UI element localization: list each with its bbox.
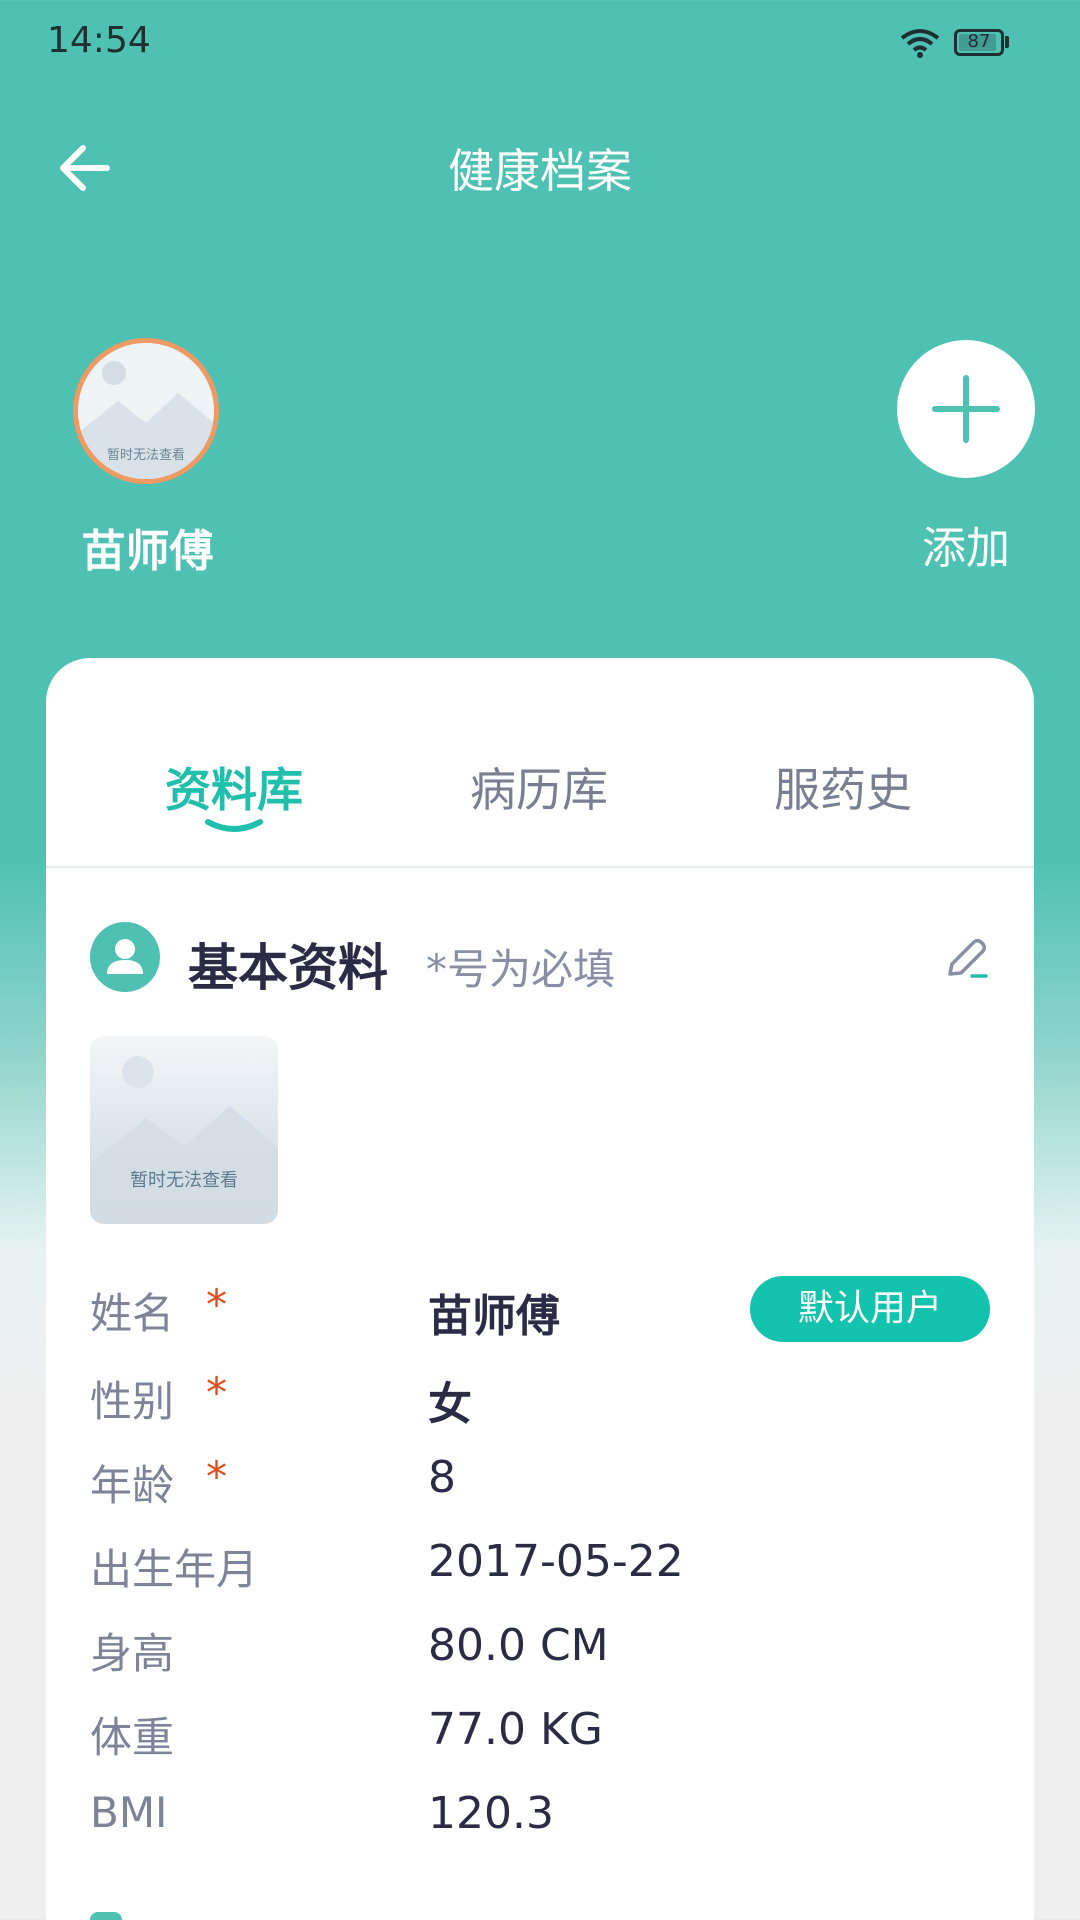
add-profile-button[interactable]: [897, 340, 1035, 478]
image-placeholder-icon: 暂时无法查看: [90, 1036, 278, 1224]
avatar-placeholder-text: 暂时无法查看: [107, 447, 185, 463]
status-time: 14:54: [47, 20, 151, 61]
default-user-badge[interactable]: 默认用户: [750, 1276, 990, 1342]
field-value-gender: 女: [428, 1379, 472, 1430]
field-label-height: 身高: [90, 1629, 175, 1678]
profile-name: 苗师傅: [81, 526, 214, 577]
photo-placeholder-text: 暂时无法查看: [130, 1170, 238, 1191]
battery-level: 87: [967, 31, 991, 52]
field-value-bmi: 120.3: [428, 1788, 554, 1839]
field-label-gender: 性别: [90, 1377, 175, 1426]
tab-medication-history[interactable]: 服药史: [723, 754, 963, 820]
avatar[interactable]: 暂时无法查看: [73, 338, 219, 484]
field-label-birth: 出生年月: [90, 1545, 259, 1594]
tab-library[interactable]: 资料库: [114, 754, 354, 820]
required-mark: *: [206, 1452, 227, 1501]
add-profile-label: 添加: [922, 523, 1010, 574]
profile-card: 资料库 病历库 服药史 基本资料 *号为必填 暂时无法查看 姓名 * 苗师傅 默…: [46, 658, 1034, 1920]
next-section-icon: [90, 1912, 122, 1920]
battery-icon: 87: [954, 29, 1004, 56]
field-value-weight: 77.0 KG: [428, 1704, 603, 1755]
section-title: 基本资料: [188, 939, 388, 997]
field-label-weight: 体重: [90, 1713, 175, 1762]
wifi-icon: [900, 29, 940, 58]
tab-bar: 资料库 病历库 服药史: [46, 658, 1034, 868]
field-value-name: 苗师傅: [428, 1291, 560, 1342]
required-hint: *号为必填: [426, 945, 616, 994]
edit-pencil-icon[interactable]: [942, 934, 992, 984]
battery-tip: [1005, 36, 1009, 48]
page-title: 健康档案: [448, 144, 632, 198]
required-mark: *: [206, 1280, 227, 1329]
required-mark: *: [206, 1368, 227, 1417]
field-label-bmi: BMI: [90, 1788, 168, 1837]
field-label-age: 年龄: [90, 1461, 175, 1510]
profile-photo[interactable]: 暂时无法查看: [90, 1036, 278, 1224]
field-label-name: 姓名: [90, 1289, 175, 1338]
field-value-age: 8: [428, 1452, 456, 1503]
tab-active-indicator: [205, 819, 263, 832]
image-placeholder-icon: 暂时无法查看: [78, 343, 214, 479]
field-value-height: 80.0 CM: [428, 1620, 609, 1671]
plus-icon: [932, 375, 1000, 443]
tab-medical-records[interactable]: 病历库: [419, 754, 659, 820]
status-bar: 14:54 87: [0, 0, 1080, 84]
user-icon: [90, 922, 160, 992]
field-value-birth: 2017-05-22: [428, 1536, 684, 1587]
